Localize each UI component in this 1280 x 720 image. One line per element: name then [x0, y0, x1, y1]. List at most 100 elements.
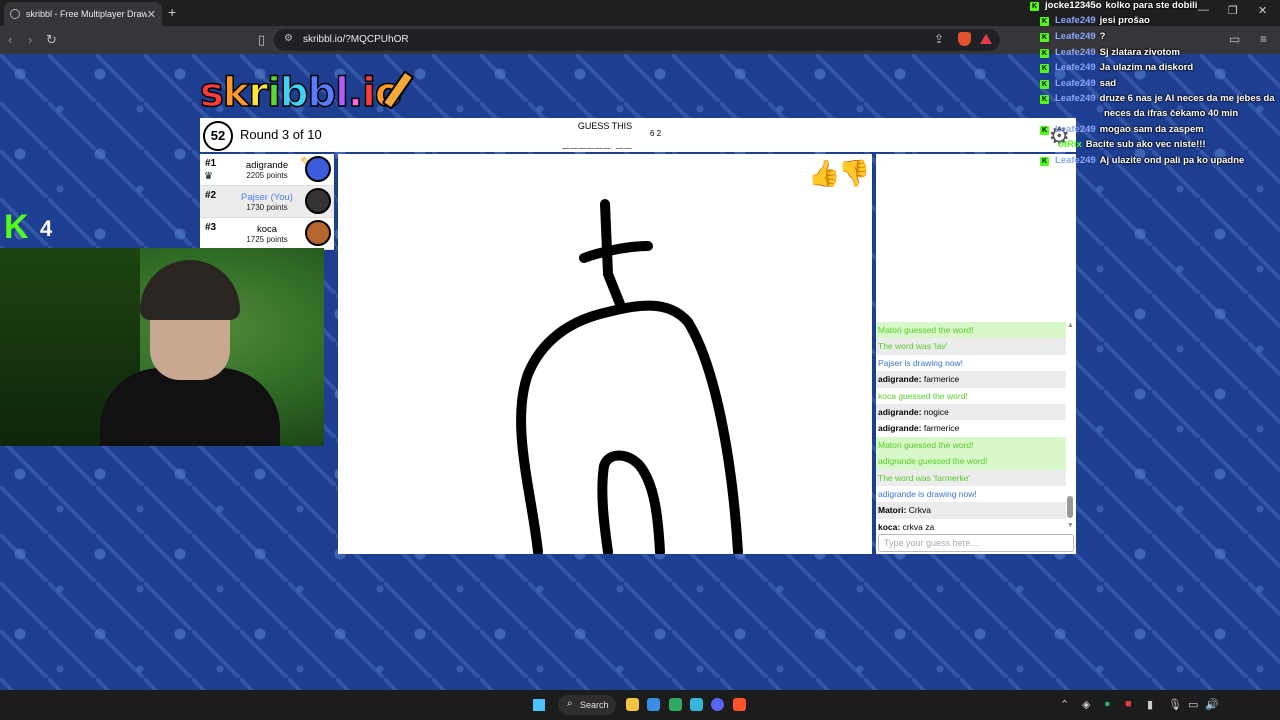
chat-message: koca guessed the word!: [878, 390, 968, 401]
brave-rewards-icon[interactable]: [980, 34, 992, 44]
stream-chat-line: neces da ifras čekamo 40 min: [1104, 108, 1239, 119]
player-row[interactable]: #1 ♛ adigrande 2205 points ✎: [200, 154, 334, 186]
player-points: 2205 points: [246, 171, 288, 180]
player-name: koca: [256, 224, 278, 235]
reload-icon[interactable]: ↻: [46, 32, 57, 48]
site-info-icon[interactable]: ⚙: [284, 33, 293, 44]
chat-message: The word was 'lav': [876, 338, 1066, 355]
crown-icon: ♛: [204, 171, 213, 182]
drawing-canvas[interactable]: 👍 👎: [338, 154, 872, 557]
kick-badge-icon: K: [1040, 49, 1049, 58]
share-icon[interactable]: ⇪: [934, 32, 944, 46]
stream-chat-line: K Leafe249 Sj zlatara zivotom: [1040, 47, 1180, 58]
new-tab-icon[interactable]: +: [168, 4, 176, 20]
game-chat: Matori guessed the word! The word was 'l…: [876, 154, 1076, 554]
game-header: 52 Round 3 of 10 GUESS THIS ______ __ 6 …: [200, 118, 1076, 152]
chat-message: adigrande guessed the word!: [876, 453, 1066, 470]
restore-icon[interactable]: ❐: [1228, 4, 1238, 17]
drawing-strokes: [516, 199, 743, 557]
player-points: 1730 points: [246, 203, 288, 212]
chat-message: koca: crkva za: [878, 521, 935, 532]
stream-chat-line: K Leafe249 Ja ulazim na diskord: [1040, 62, 1194, 73]
thumbs-down-icon[interactable]: 👎: [838, 158, 870, 189]
search-label: Search: [580, 700, 609, 710]
windows-start-icon[interactable]: [533, 699, 545, 711]
webcam-overlay: [0, 248, 324, 446]
stream-chat-line: K Leafe249?: [1040, 31, 1106, 42]
chat-message: Pajser is drawing now!: [878, 357, 964, 368]
steam-icon[interactable]: [647, 698, 660, 711]
address-bar[interactable]: ⚙ skribbl.io/?MQCPUhOR: [274, 29, 1000, 51]
menu-icon[interactable]: ≡: [1260, 32, 1267, 46]
scroll-up-icon[interactable]: ▲: [1067, 322, 1074, 329]
tray-overflow-icon[interactable]: ⌃: [1060, 698, 1069, 711]
kick-app-icon[interactable]: [669, 698, 682, 711]
player-rank: #3: [205, 222, 217, 233]
viewer-count: 4: [40, 216, 53, 241]
tray-kick-icon[interactable]: ●: [1104, 698, 1111, 710]
avatar: [305, 220, 331, 246]
forward-icon[interactable]: ›: [28, 32, 32, 47]
minimize-icon[interactable]: —: [1198, 4, 1209, 16]
back-icon[interactable]: ‹: [8, 32, 12, 47]
player-name: adigrande: [245, 160, 289, 171]
battery-icon[interactable]: ▮: [1147, 698, 1153, 711]
player-rank: #2: [205, 190, 217, 201]
kick-badge-icon: K: [1040, 80, 1049, 89]
brave-taskbar-icon[interactable]: [733, 698, 746, 711]
window-close-icon[interactable]: ✕: [1258, 4, 1267, 17]
player-rank: #1: [205, 158, 217, 169]
avatar: [305, 188, 331, 214]
skribbl-logo: skribbl.io: [199, 69, 403, 117]
windows-taskbar: ⌕ Search ⌃ ◈ ● ■ ▮ 🎙 ▭ 🔊: [0, 690, 1280, 720]
stream-chat-line: K Leafe249 jesi prošao: [1040, 15, 1150, 26]
brave-shields-icon[interactable]: [958, 32, 971, 46]
scroll-thumb[interactable]: [1067, 496, 1073, 518]
chat-message: adigrande: farmerice: [878, 423, 960, 434]
taskbar-search[interactable]: ⌕ Search: [558, 695, 616, 715]
tab-title: skribbl - Free Multiplayer Drawing & Gue…: [26, 9, 147, 19]
chat-message: The word was 'farmerke': [876, 469, 1066, 486]
player-name: Pajser (You): [241, 192, 293, 203]
network-icon[interactable]: ▭: [1188, 698, 1198, 711]
chat-messages: Matori guessed the word! The word was 'l…: [876, 322, 1066, 535]
search-icon: ⌕: [567, 698, 573, 709]
skribbl-favicon-icon: [10, 9, 20, 19]
kick-badge-icon: K: [1030, 2, 1039, 11]
browser-tab[interactable]: skribbl - Free Multiplayer Drawing & Gue…: [4, 2, 162, 26]
chat-message: adigrande: nogice: [876, 403, 1066, 421]
scroll-down-icon[interactable]: ▼: [1067, 522, 1074, 529]
chat-message: Matori guessed the word!: [876, 436, 1066, 454]
app-icon[interactable]: [690, 698, 703, 711]
chat-message: adigrande: farmerice: [876, 371, 1066, 388]
word-lengths: 6 2: [650, 129, 662, 138]
stream-chat-line: K Leafe249 mogao sam da zaspem: [1040, 124, 1204, 135]
kick-badge-icon: K: [1040, 95, 1049, 104]
discord-icon[interactable]: [711, 698, 724, 711]
player-row[interactable]: #2 Pajser (You) 1730 points: [200, 186, 334, 218]
bookmark-icon[interactable]: ▯: [258, 32, 265, 48]
sidebar-icon[interactable]: ▭: [1229, 32, 1240, 46]
tray-steam-icon[interactable]: ◈: [1082, 698, 1090, 711]
player-row[interactable]: #3 koca 1725 points: [200, 218, 334, 250]
tray-app-icon[interactable]: ■: [1125, 698, 1132, 710]
kick-badge-icon: K: [1040, 126, 1049, 135]
chat-message: adigrande is drawing now!: [878, 488, 977, 499]
kick-badge-icon: K: [1040, 157, 1049, 166]
chat-message: Matori guessed the word!: [876, 322, 1066, 339]
kick-badge-icon: K: [1040, 64, 1049, 73]
stream-chat-line: otRix Bacite sub ako vec niste!!!: [1058, 139, 1206, 150]
guess-input[interactable]: [878, 534, 1074, 552]
chat-scrollbar[interactable]: ▲ ▼: [1067, 322, 1074, 532]
kick-badge-icon: K: [1040, 17, 1049, 26]
tab-close-icon[interactable]: ✕: [147, 8, 156, 21]
kick-badge-icon: K: [1040, 33, 1049, 42]
microphone-icon[interactable]: 🎙: [1168, 698, 1182, 711]
stream-chat-line: K Leafe249 Aj ulazite ond pali pa ko upadn…: [1040, 155, 1245, 166]
volume-icon[interactable]: 🔊: [1205, 698, 1219, 711]
stream-chat-line: Kjocke12345o kolko para ste dobili: [1030, 0, 1198, 11]
thumbs-up-icon[interactable]: 👍: [808, 158, 840, 189]
stream-chat-line: K Leafe249 sad: [1040, 78, 1117, 89]
guess-this-label: GUESS THIS: [577, 121, 633, 131]
file-explorer-icon[interactable]: [626, 698, 639, 711]
